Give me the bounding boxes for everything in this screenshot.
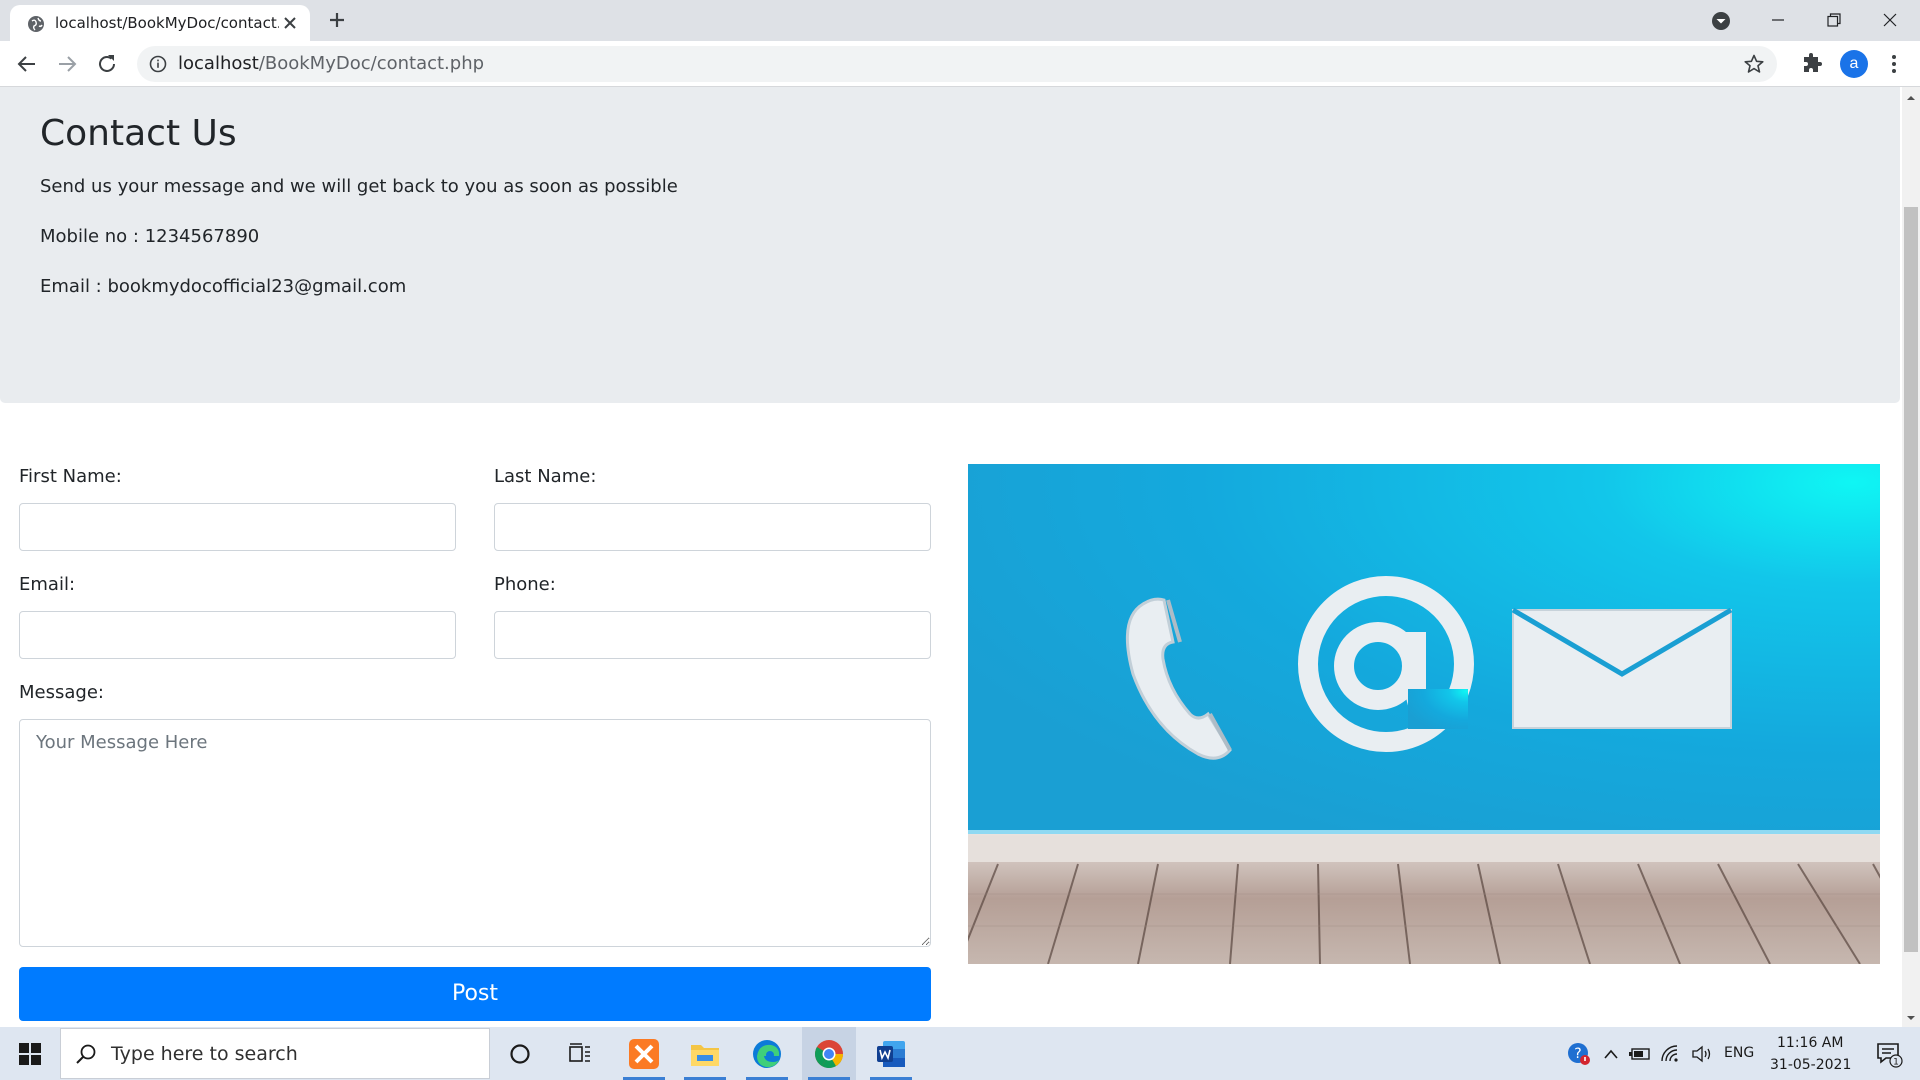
more-vertical-icon[interactable] <box>1882 52 1906 76</box>
new-tab-plus-icon[interactable] <box>325 8 349 32</box>
message-label: Message: <box>19 682 104 703</box>
task-view-icon <box>569 1042 590 1062</box>
page-scrollbar[interactable] <box>1902 87 1920 1027</box>
tab-search-icon[interactable] <box>1710 10 1732 32</box>
url-host: localhost <box>178 53 259 74</box>
url-text: localhost/BookMyDoc/contact.php <box>178 54 484 74</box>
profile-avatar[interactable]: a <box>1840 50 1868 78</box>
help-tray-button[interactable]: ? <box>1562 1027 1596 1080</box>
search-placeholder: Type here to search <box>111 1043 298 1065</box>
chrome-icon <box>815 1039 843 1068</box>
action-center-button[interactable]: 1 <box>1866 1027 1912 1080</box>
speaker-icon <box>1692 1045 1711 1062</box>
contact-jumbotron: Contact Us Send us your message and we w… <box>0 87 1900 403</box>
network-tray-button[interactable] <box>1656 1027 1686 1080</box>
taskbar-edge[interactable] <box>740 1027 794 1080</box>
last-name-input[interactable] <box>494 503 931 551</box>
email-label: Email: <box>19 574 76 595</box>
extensions-puzzle-icon[interactable] <box>1800 52 1824 76</box>
phone-input[interactable] <box>494 611 931 659</box>
mobile-number: Mobile no : 1234567890 <box>40 226 260 247</box>
restore-button[interactable] <box>1806 0 1862 40</box>
start-button[interactable] <box>0 1027 60 1080</box>
browser-toolbar: localhost/BookMyDoc/contact.php a <box>0 41 1920 87</box>
taskbar-chrome[interactable] <box>802 1027 856 1080</box>
contact-illustration <box>968 464 1880 964</box>
browser-tab-strip: localhost/BookMyDoc/contact.php <box>0 0 1920 41</box>
scrollbar-thumb[interactable] <box>1904 207 1918 952</box>
close-window-button[interactable] <box>1862 0 1918 40</box>
page-viewport: Contact Us Send us your message and we w… <box>0 87 1902 1027</box>
contact-email: Email : bookmydocofficial23@gmail.com <box>40 276 407 297</box>
wifi-icon <box>1661 1044 1678 1062</box>
chevron-up-icon <box>1604 1049 1618 1059</box>
email-input[interactable] <box>19 611 456 659</box>
forward-arrow-icon[interactable] <box>55 52 79 76</box>
minimize-button[interactable] <box>1750 0 1806 40</box>
page-title: Contact Us <box>40 113 237 154</box>
taskbar-xampp[interactable] <box>617 1027 671 1080</box>
post-button[interactable]: Post <box>19 967 931 1021</box>
last-name-label: Last Name: <box>494 466 597 487</box>
show-hidden-icons-button[interactable] <box>1598 1027 1624 1080</box>
volume-tray-button[interactable] <box>1688 1027 1716 1080</box>
url-path: /BookMyDoc/contact.php <box>258 53 485 74</box>
restore-icon <box>1827 13 1841 27</box>
notification-count: 1 <box>1893 1057 1899 1067</box>
clock-time[interactable]: 11:16 AM <box>1777 1035 1843 1051</box>
lead-text: Send us your message and we will get bac… <box>40 176 678 197</box>
input-language[interactable]: ENG <box>1724 1045 1754 1061</box>
close-icon <box>1883 13 1897 27</box>
first-name-label: First Name: <box>19 466 122 487</box>
cortana-button[interactable] <box>497 1027 543 1080</box>
clock-date[interactable]: 31-05-2021 <box>1770 1057 1851 1073</box>
phone-label: Phone: <box>494 574 556 595</box>
bookmark-star-icon[interactable] <box>1743 53 1765 75</box>
scroll-up-arrow-icon[interactable] <box>1902 91 1920 105</box>
xampp-icon <box>629 1038 659 1069</box>
cortana-circle-icon <box>510 1043 530 1064</box>
tab-title: localhost/BookMyDoc/contact.php <box>55 14 279 32</box>
reload-icon[interactable] <box>95 52 119 76</box>
word-icon <box>877 1040 905 1067</box>
taskbar-word[interactable] <box>864 1027 918 1080</box>
scroll-down-arrow-icon[interactable] <box>1902 1011 1920 1025</box>
globe-icon <box>28 16 44 32</box>
help-alert-icon: ? <box>1568 1042 1590 1065</box>
browser-tab[interactable]: localhost/BookMyDoc/contact.php <box>10 5 310 41</box>
address-bar[interactable]: localhost/BookMyDoc/contact.php <box>137 46 1777 82</box>
battery-tray-button[interactable] <box>1626 1027 1654 1080</box>
windows-logo-icon <box>19 1042 41 1065</box>
back-arrow-icon[interactable] <box>15 52 39 76</box>
notification-icon: 1 <box>1877 1042 1903 1068</box>
envelope-glyph <box>1511 607 1733 729</box>
taskbar-file-explorer[interactable] <box>678 1027 732 1080</box>
search-icon <box>76 1044 96 1064</box>
taskbar-search-box[interactable]: Type here to search <box>60 1028 490 1079</box>
info-icon[interactable] <box>149 55 167 73</box>
first-name-input[interactable] <box>19 503 456 551</box>
minimize-icon <box>1772 19 1784 21</box>
close-icon[interactable] <box>280 13 300 33</box>
task-view-button[interactable] <box>556 1027 604 1080</box>
battery-icon <box>1629 1047 1650 1060</box>
edge-icon <box>753 1039 781 1068</box>
message-textarea[interactable] <box>19 719 931 947</box>
windows-taskbar: Type here to search ? ENG 11:16 AM 31-05… <box>0 1027 1920 1080</box>
folder-icon <box>691 1044 719 1066</box>
